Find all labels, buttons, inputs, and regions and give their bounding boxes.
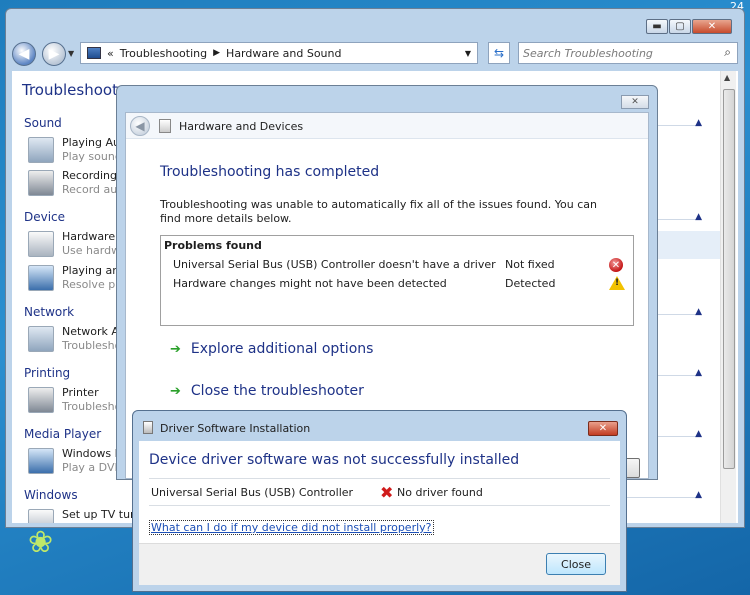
address-dropdown-icon[interactable]: ▼ (465, 49, 471, 58)
close-troubleshooter-link[interactable]: ➔ Close the troubleshooter (170, 383, 364, 403)
breadcrumb-troubleshooting[interactable]: Troubleshooting (120, 47, 207, 60)
refresh-icon: ⇆ (493, 46, 505, 60)
windows-logo-decoration-icon: ❀ (28, 525, 54, 560)
scroll-up-icon[interactable]: ▲ (724, 73, 730, 82)
vertical-scrollbar[interactable]: ▲ (720, 71, 736, 523)
item-subtitle: Play a DVD (62, 461, 123, 474)
item-subtitle: Record aud (62, 183, 125, 196)
warning-icon: ! (609, 276, 625, 290)
collapse-chevron-icon[interactable]: ▲ (695, 118, 702, 128)
close-window-button[interactable]: ✕ (692, 19, 732, 34)
hardware-icon (28, 231, 54, 257)
problem-row[interactable]: Hardware changes might not have been det… (173, 276, 631, 294)
breadcrumb-separator-icon[interactable]: ▶ (213, 48, 220, 58)
problem-name: Universal Serial Bus (USB) Controller do… (173, 258, 496, 271)
driver-dialog-footer: Close (139, 543, 620, 585)
forward-button[interactable]: ▶ (42, 42, 66, 66)
item-subtitle: Troublesho (62, 339, 122, 352)
collapse-chevron-icon[interactable]: ▲ (695, 307, 702, 317)
item-title[interactable]: Windows M (62, 447, 124, 460)
item-subtitle: Troublesho (62, 400, 122, 413)
troubleshooter-title: Troubleshooting has completed (160, 164, 380, 180)
breadcrumb-prefix[interactable]: « (107, 47, 114, 60)
category-windows: Windows (24, 488, 78, 502)
speaker-icon (28, 137, 54, 163)
navigation-bar: ◀ ▶ ▼ « Troubleshooting ▶ Hardware and S… (12, 41, 738, 67)
category-network: Network (24, 305, 75, 319)
driver-install-icon (143, 421, 153, 434)
option-label[interactable]: Explore additional options (191, 341, 374, 357)
driver-dialog-caption: Driver Software Installation (160, 422, 311, 435)
problem-name: Hardware changes might not have been det… (173, 277, 447, 290)
collapse-chevron-icon[interactable]: ▲ (695, 429, 702, 439)
problem-row[interactable]: Universal Serial Bus (USB) Controller do… (173, 257, 631, 275)
help-link[interactable]: What can I do if my device did not insta… (149, 520, 434, 535)
driver-dialog-close-x-button[interactable]: ✕ (588, 421, 618, 436)
green-arrow-icon: ➔ (170, 342, 181, 357)
driver-install-dialog: Driver Software Installation ✕ Device dr… (132, 410, 627, 592)
printer-icon (28, 387, 54, 413)
problem-status: Not fixed (505, 258, 555, 271)
maximize-button[interactable]: ▢ (669, 19, 691, 34)
window-caption-buttons: ▬ ▢ ✕ (645, 19, 732, 34)
driver-dialog-title: Device driver software was not successfu… (149, 452, 520, 468)
option-label[interactable]: Close the troubleshooter (191, 383, 364, 399)
hardware-devices-icon (159, 119, 171, 133)
category-printing: Printing (24, 366, 71, 380)
item-title[interactable]: Printer (62, 386, 99, 399)
device-install-status: No driver found (397, 486, 483, 499)
troubleshooter-back-button[interactable]: ◀ (130, 116, 150, 136)
search-placeholder: Search Troubleshooting (523, 46, 653, 60)
breadcrumb-hardware-and-sound[interactable]: Hardware and Sound (226, 47, 341, 60)
category-device: Device (24, 210, 66, 224)
forward-arrow-icon: ▶ (48, 46, 60, 62)
media-icon (28, 265, 54, 291)
error-icon: ✕ (609, 258, 623, 272)
minimize-button[interactable]: ▬ (646, 19, 668, 34)
divider (149, 478, 610, 479)
troubleshooter-header: ◀ Hardware and Devices (126, 113, 648, 139)
network-icon (28, 326, 54, 352)
driver-dialog-body: Device driver software was not successfu… (139, 441, 620, 585)
category-media-player: Media Player (24, 427, 102, 441)
explore-additional-options-link[interactable]: ➔ Explore additional options (170, 341, 373, 361)
back-arrow-icon: ◀ (18, 46, 30, 62)
divider (149, 505, 610, 506)
search-input[interactable]: Search Troubleshooting ⌕ (518, 42, 738, 64)
collapse-chevron-icon[interactable]: ▲ (695, 212, 702, 222)
troubleshooter-close-button[interactable]: ✕ (621, 95, 649, 109)
scrollbar-thumb[interactable] (723, 89, 735, 469)
item-subtitle: Play sound (62, 150, 122, 163)
problems-found-box: Problems found Universal Serial Bus (USB… (160, 235, 634, 326)
troubleshooter-description: Troubleshooting was unable to automatica… (160, 198, 598, 225)
problem-status: Detected (505, 277, 556, 290)
windows-media-icon (28, 448, 54, 474)
refresh-button[interactable]: ⇆ (488, 42, 510, 64)
back-button[interactable]: ◀ (12, 42, 36, 66)
address-bar[interactable]: « Troubleshooting ▶ Hardware and Sound ▼ (80, 42, 478, 64)
device-name: Universal Serial Bus (USB) Controller (151, 486, 354, 499)
close-button[interactable]: Close (546, 553, 606, 575)
back-arrow-icon: ◀ (135, 119, 145, 133)
microphone-icon (28, 170, 54, 196)
collapse-chevron-icon[interactable]: ▲ (695, 490, 702, 500)
tv-tuner-icon (28, 509, 54, 523)
green-arrow-icon: ➔ (170, 384, 181, 399)
recent-pages-dropdown-icon[interactable]: ▼ (68, 49, 74, 58)
collapse-chevron-icon[interactable]: ▲ (695, 368, 702, 378)
category-sound: Sound (24, 116, 62, 130)
troubleshooter-header-title: Hardware and Devices (179, 120, 304, 133)
problems-found-title: Problems found (164, 239, 262, 252)
search-icon[interactable]: ⌕ (724, 45, 731, 60)
control-panel-icon (87, 47, 101, 59)
failure-x-icon: ✖ (380, 483, 394, 502)
